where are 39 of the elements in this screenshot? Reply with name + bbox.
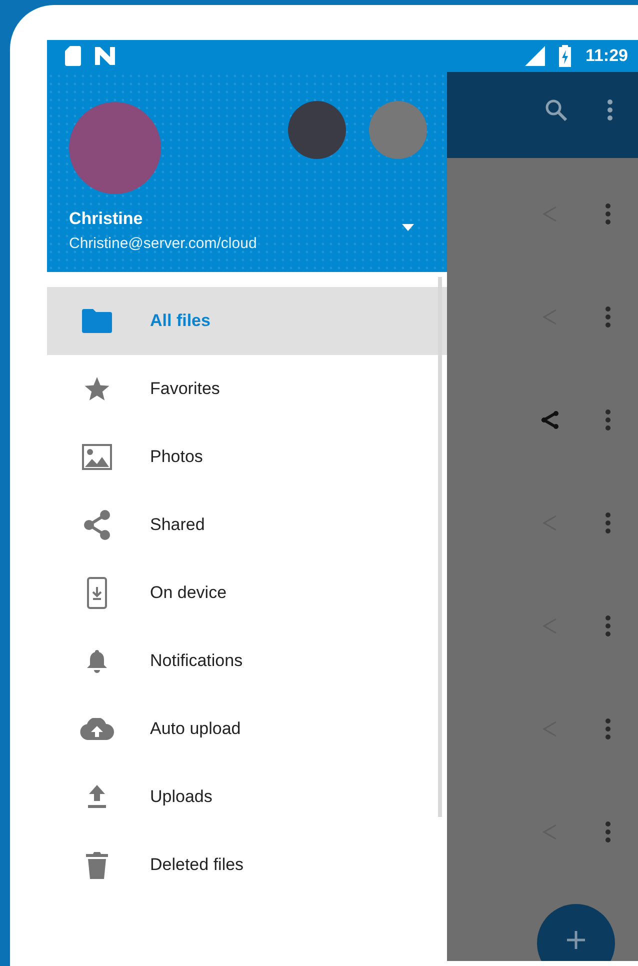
image-icon <box>82 444 112 470</box>
more-icon[interactable] <box>605 512 611 534</box>
avatar-placeholder[interactable] <box>69 102 161 194</box>
more-icon[interactable] <box>605 718 611 740</box>
add-button[interactable] <box>537 904 615 961</box>
menu-item[interactable]: Notifications <box>47 627 447 695</box>
clock-time: 11:29 <box>585 46 628 66</box>
battery-icon <box>559 45 572 67</box>
more-icon[interactable] <box>605 614 611 636</box>
upload-icon <box>86 785 106 809</box>
menu-item[interactable]: Auto upload <box>47 695 447 763</box>
sd-card-icon <box>65 46 81 66</box>
cloud-upload-icon <box>80 718 114 740</box>
star-icon <box>84 376 110 402</box>
search-icon[interactable] <box>545 99 567 121</box>
phone-download-icon <box>86 577 106 609</box>
menu-item[interactable]: Photos <box>47 423 447 491</box>
notification-icon <box>95 47 115 65</box>
share-icon <box>82 510 110 540</box>
menu-item[interactable]: Favorites <box>47 355 447 423</box>
folder-icon <box>82 309 112 333</box>
menu-item[interactable]: Deleted files <box>47 831 447 899</box>
plus-icon <box>566 930 586 950</box>
more-icon[interactable] <box>605 820 611 842</box>
account-name: Christine <box>69 209 143 229</box>
signal-icon <box>523 46 546 66</box>
share-icon[interactable] <box>541 410 559 428</box>
dropdown-caret-icon[interactable] <box>402 224 414 231</box>
more-icon[interactable] <box>605 306 611 328</box>
account-address: Christine@server.com/cloud <box>69 235 257 252</box>
menu-item[interactable]: On device <box>47 559 447 627</box>
bell-icon <box>86 649 106 673</box>
more-icon[interactable] <box>607 99 613 121</box>
more-icon[interactable] <box>605 202 611 224</box>
trash-icon <box>86 851 108 879</box>
menu-item[interactable]: Shared <box>47 491 447 559</box>
menu-item[interactable]: Uploads <box>47 763 447 831</box>
avatar-placeholder[interactable] <box>288 101 346 159</box>
more-icon[interactable] <box>605 408 611 430</box>
